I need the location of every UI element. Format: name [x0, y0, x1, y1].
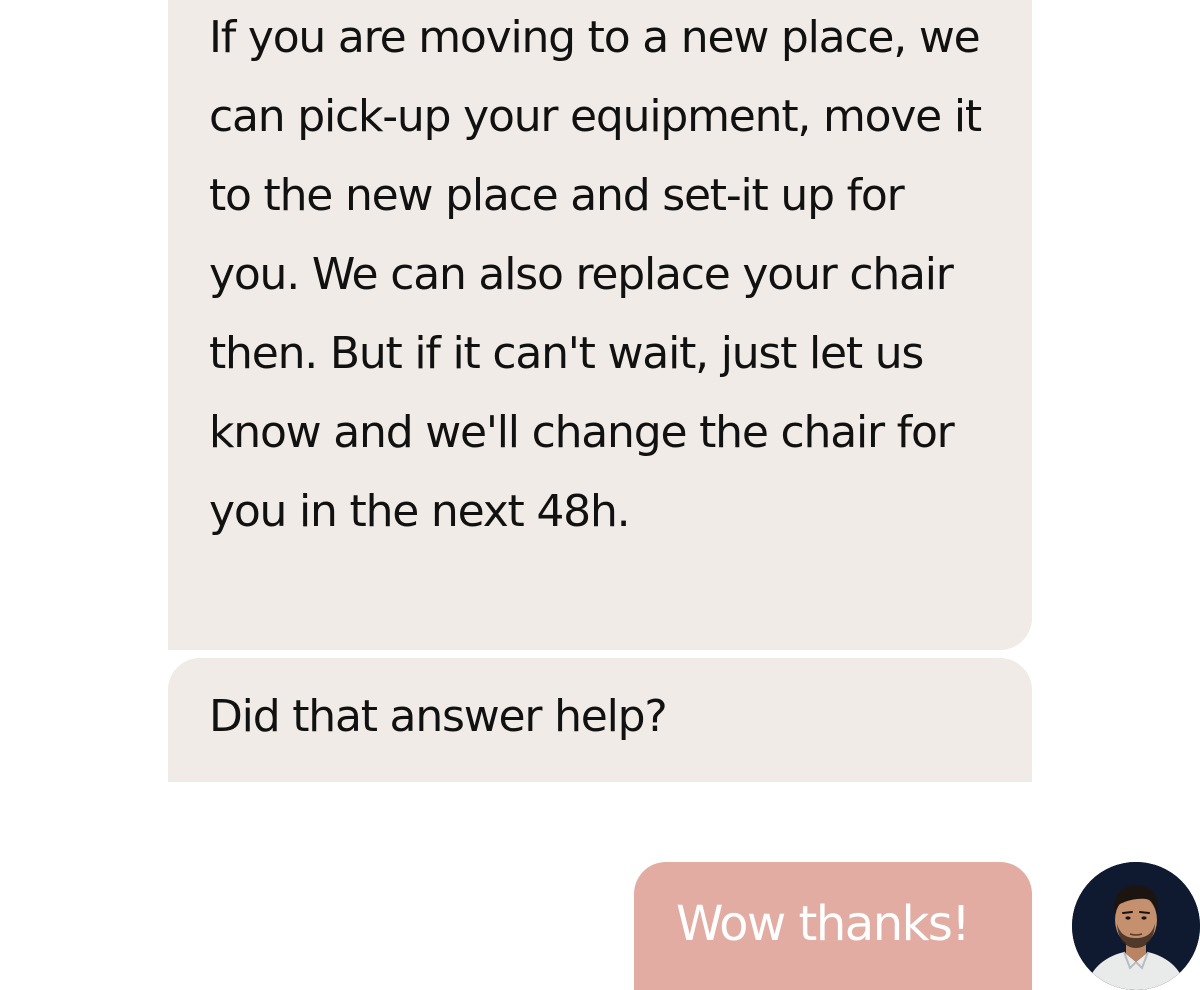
user-message-text: Wow thanks!	[676, 896, 971, 952]
bot-message-text: Did that answer help?	[209, 691, 668, 742]
bot-message-text: If you are moving to a new place, we can…	[209, 12, 982, 537]
bot-message-answer: If you are moving to a new place, we can…	[168, 0, 1032, 650]
chat-thread: If you are moving to a new place, we can…	[0, 0, 1200, 990]
bot-message-feedback-question: Did that answer help?	[168, 658, 1032, 782]
user-photo-avatar-icon	[1072, 862, 1200, 990]
user-message: Wow thanks!	[634, 862, 1032, 990]
user-avatar	[1072, 862, 1200, 990]
